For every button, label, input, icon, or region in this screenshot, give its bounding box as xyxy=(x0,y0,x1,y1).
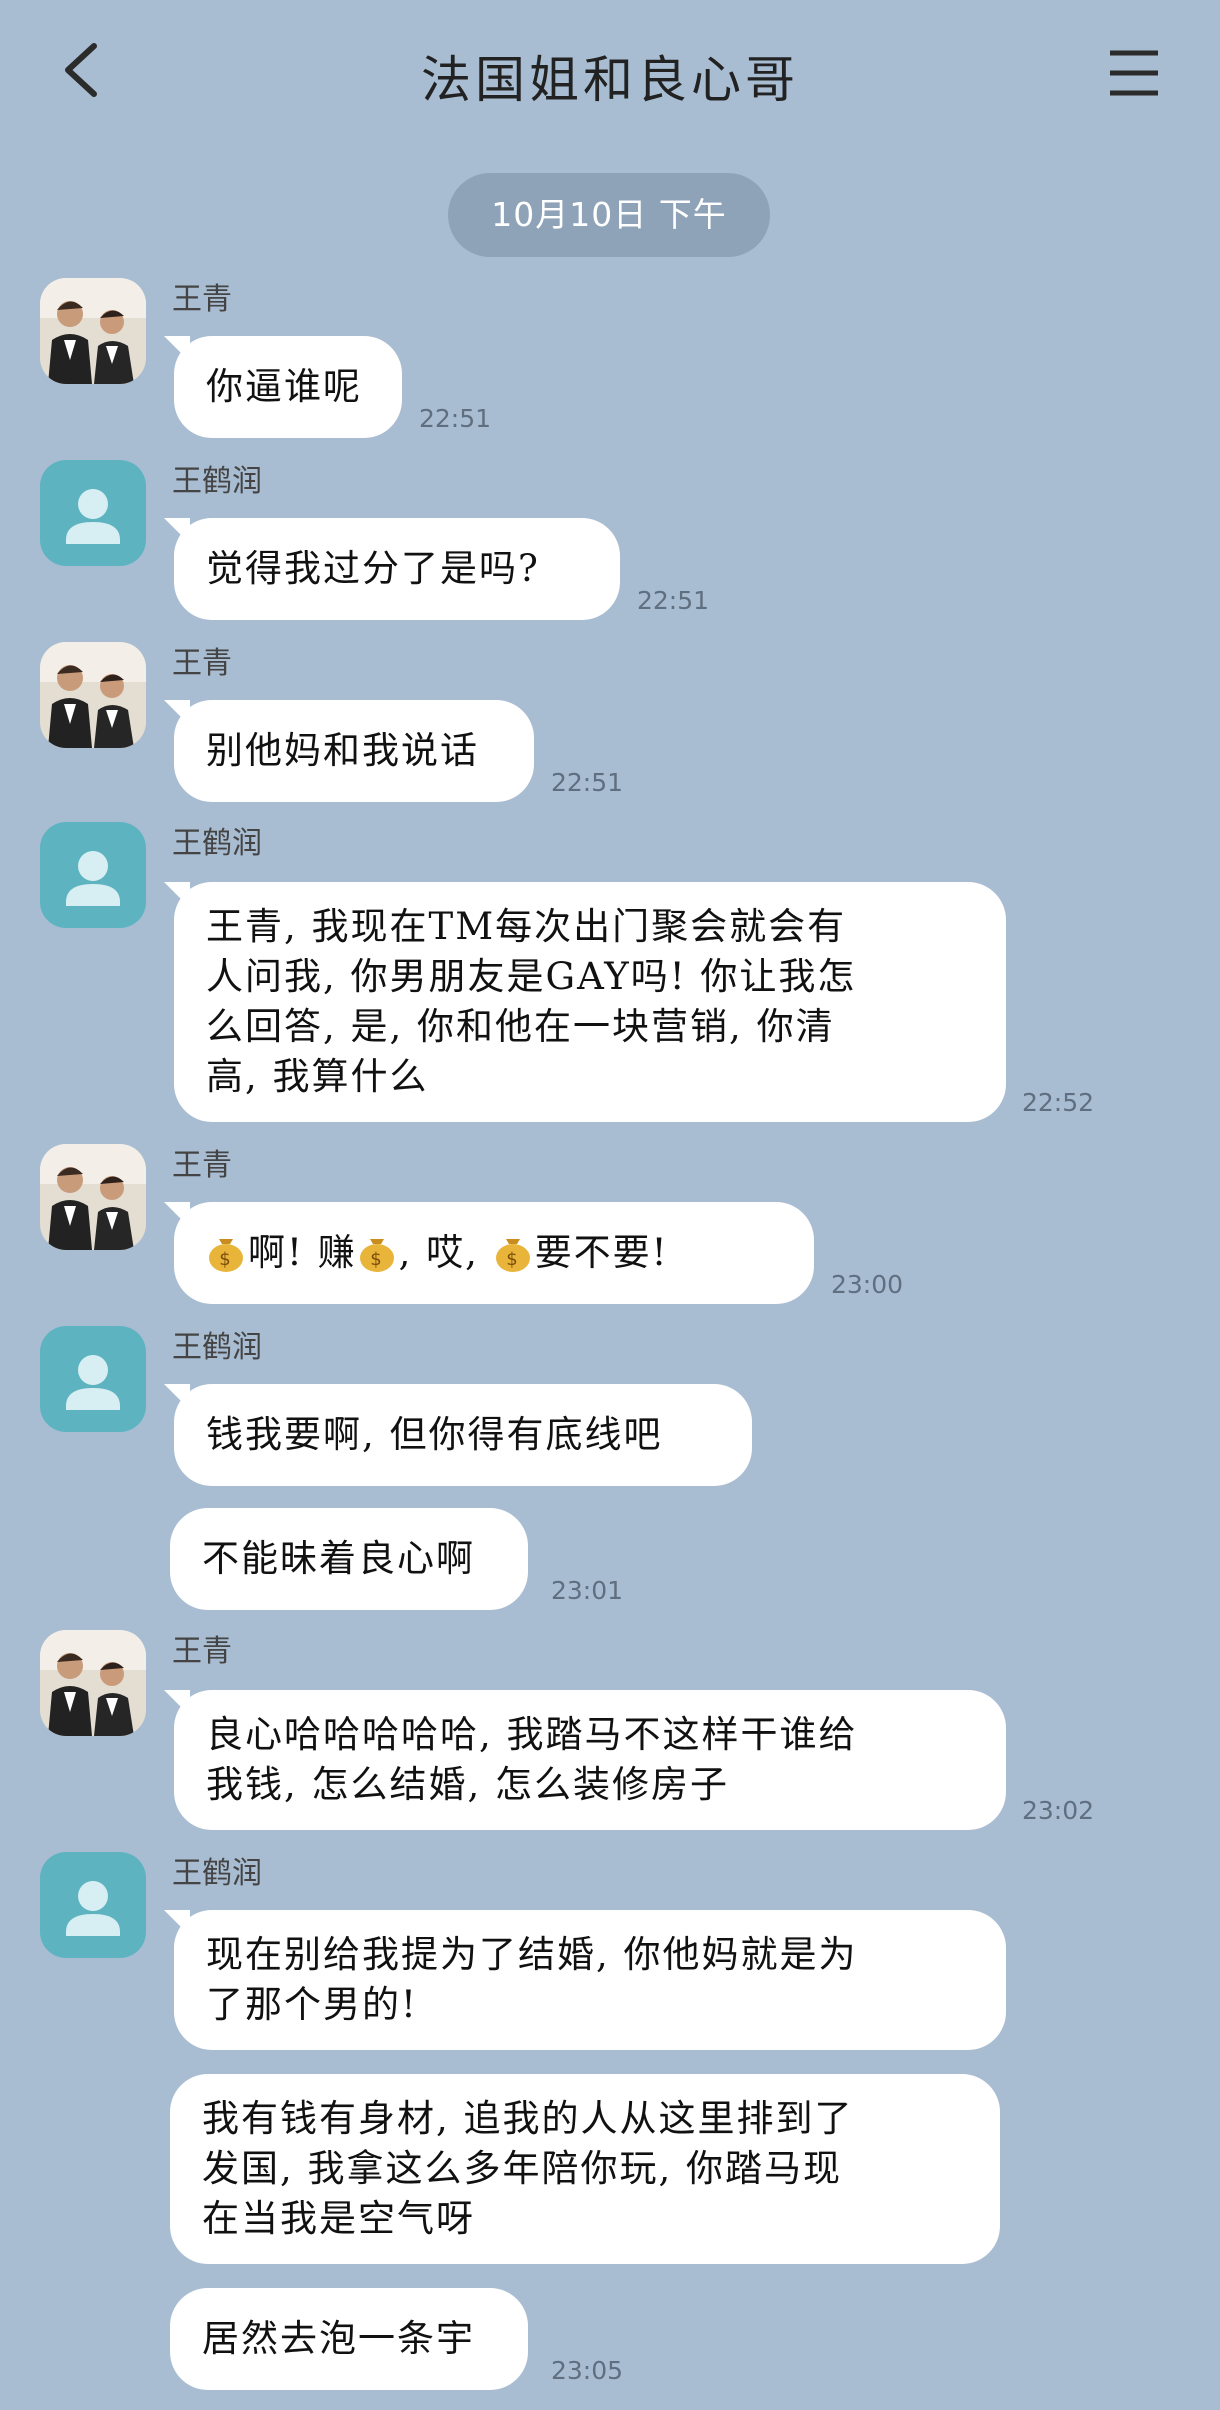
svg-text:$: $ xyxy=(370,1249,383,1270)
svg-text:$: $ xyxy=(219,1249,232,1270)
sender-name: 王鹤润 xyxy=(172,464,262,499)
message-bubble[interactable]: 你逼谁呢 xyxy=(164,336,402,438)
avatar-wangherun[interactable] xyxy=(40,1326,146,1432)
sender-name: 王鹤润 xyxy=(172,1330,262,1365)
message-text-part: 啊! 赚 xyxy=(248,1231,357,1274)
message-time: 22:51 xyxy=(551,768,624,797)
svg-text:$: $ xyxy=(506,1249,519,1270)
message-time: 22:51 xyxy=(637,586,710,615)
message-bubble[interactable]: 王青, 我现在TM每次出门聚会就会有 人问我, 你男朋友是GAY吗! 你让我怎 … xyxy=(164,882,1006,1122)
chat-header: 法国姐和良心哥 xyxy=(0,0,1220,150)
message-time: 23:05 xyxy=(551,2356,624,2385)
default-user-icon xyxy=(66,1881,120,1936)
avatar-wangqing[interactable] xyxy=(40,278,146,384)
default-user-icon xyxy=(66,1355,120,1410)
message-bubble[interactable]: $ 啊! 赚 $ , 哎, $ 要不要! xyxy=(164,1202,814,1304)
avatar-wangherun[interactable] xyxy=(40,822,146,928)
sender-name: 王青 xyxy=(172,646,232,681)
message-bubble[interactable]: 居然去泡一条宇 xyxy=(170,2288,528,2390)
message-text-part: 要不要! xyxy=(534,1231,669,1274)
message-bubble[interactable]: 钱我要啊, 但你得有底线吧 xyxy=(164,1384,752,1486)
message-bubble[interactable]: 良心哈哈哈哈哈, 我踏马不这样干谁给 我钱, 怎么结婚, 怎么装修房子 xyxy=(164,1690,1006,1830)
avatar-wangqing[interactable] xyxy=(40,1630,146,1736)
message-time: 23:01 xyxy=(551,1576,624,1605)
avatar-wangqing[interactable] xyxy=(40,642,146,748)
money-bag-icon: $ xyxy=(357,1210,397,1272)
default-user-icon xyxy=(66,851,120,906)
sender-name: 王鹤润 xyxy=(172,1856,262,1891)
message-time: 22:52 xyxy=(1022,1088,1095,1117)
default-user-icon xyxy=(66,489,120,544)
message-bubble[interactable]: 我有钱有身材, 追我的人从这里排到了 发国, 我拿这么多年陪你玩, 你踏马现 在… xyxy=(170,2074,1000,2264)
avatar-wangherun[interactable] xyxy=(40,1852,146,1958)
date-divider: 10月10日 下午 xyxy=(448,173,770,257)
avatar-wangherun[interactable] xyxy=(40,460,146,566)
message-bubble[interactable]: 别他妈和我说话 xyxy=(164,700,534,802)
message-time: 23:02 xyxy=(1022,1796,1095,1825)
sender-name: 王青 xyxy=(172,282,232,317)
menu-button[interactable] xyxy=(1108,48,1160,98)
message-time: 23:00 xyxy=(831,1270,904,1299)
message-text-part: , 哎, xyxy=(398,1231,493,1274)
message-time: 22:51 xyxy=(419,404,492,433)
message-bubble[interactable]: 现在别给我提为了结婚, 你他妈就是为 了那个男的! xyxy=(164,1910,1006,2050)
chat-title: 法国姐和良心哥 xyxy=(421,51,799,109)
sender-name: 王青 xyxy=(172,1634,232,1669)
message-bubble[interactable]: 不能昧着良心啊 xyxy=(170,1508,528,1610)
money-bag-icon: $ xyxy=(206,1210,246,1272)
message-bubble[interactable]: 觉得我过分了是吗? xyxy=(164,518,620,620)
avatar-wangqing[interactable] xyxy=(40,1144,146,1250)
hamburger-menu-icon xyxy=(1110,50,1158,96)
money-bag-icon: $ xyxy=(493,1210,533,1272)
sender-name: 王青 xyxy=(172,1148,232,1183)
sender-name: 王鹤润 xyxy=(172,826,262,861)
